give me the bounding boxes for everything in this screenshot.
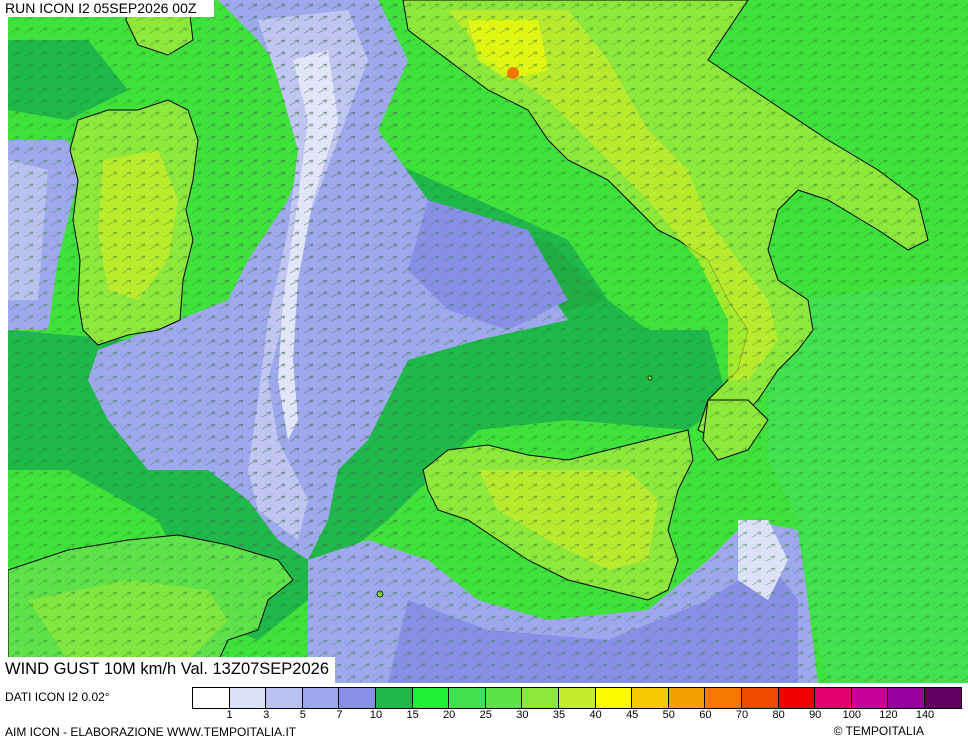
legend-tick-label: 35: [552, 709, 566, 721]
legend-swatch: [632, 688, 669, 708]
legend-tick-label: 20: [443, 709, 456, 721]
legend-swatch: [741, 688, 779, 708]
legend-tick-label: 45: [626, 709, 639, 721]
legend-tick-label: 80: [772, 709, 785, 721]
map-title: WIND GUST 10M km/h Val. 13Z07SEP2026: [4, 657, 336, 683]
run-label: RUN ICON I2 05SEP2026 00Z: [4, 0, 215, 17]
legend-tick-label: 70: [735, 709, 749, 721]
legend-tick-label: 1: [226, 709, 233, 721]
legend-swatch: [339, 688, 376, 708]
legend-tick-label: 140: [915, 709, 935, 721]
legend-tick-label: 30: [516, 709, 529, 721]
legend-swatch: [924, 688, 962, 708]
legend-swatch: [266, 688, 303, 708]
color-scale-legend: [192, 687, 963, 709]
legend-tick-label: 100: [842, 709, 861, 721]
legend-tick-label: 7: [336, 709, 343, 721]
legend-swatch: [193, 688, 230, 708]
legend-tick-label: 10: [369, 709, 383, 721]
legend-tick-label: 3: [263, 709, 270, 721]
credit-label: AIM ICON - ELABORAZIONE WWW.TEMPOITALIA.…: [5, 725, 297, 739]
data-source-label: DATI ICON I2 0.02°: [5, 690, 110, 704]
legend-swatch: [412, 688, 450, 708]
legend-swatch: [815, 688, 852, 708]
wind-gust-map: [8, 0, 968, 683]
legend-tick-label: 40: [589, 709, 602, 721]
legend-swatch: [522, 688, 559, 708]
legend-swatch: [229, 688, 267, 708]
legend-swatch: [302, 688, 340, 708]
legend-swatch: [375, 688, 413, 708]
legend-swatch: [778, 688, 816, 708]
legend-tick-label: 50: [662, 709, 675, 721]
legend-swatch: [851, 688, 889, 708]
legend-swatch: [705, 688, 742, 708]
legend-swatch: [449, 688, 486, 708]
legend-tick-label: 90: [809, 709, 822, 721]
legend-swatch: [888, 688, 925, 708]
legend-swatch: [595, 688, 633, 708]
legend-tick-label: 25: [479, 709, 492, 721]
legend-tick-label: 5: [299, 709, 306, 721]
legend-tick-label: 15: [406, 709, 419, 721]
legend-swatch: [558, 688, 596, 708]
legend-tick-label: 120: [879, 709, 898, 721]
legend-swatch: [485, 688, 523, 708]
legend-tick-label: 60: [699, 709, 712, 721]
legend-swatch: [668, 688, 706, 708]
copyright-label: © TEMPOITALIA: [833, 724, 924, 738]
